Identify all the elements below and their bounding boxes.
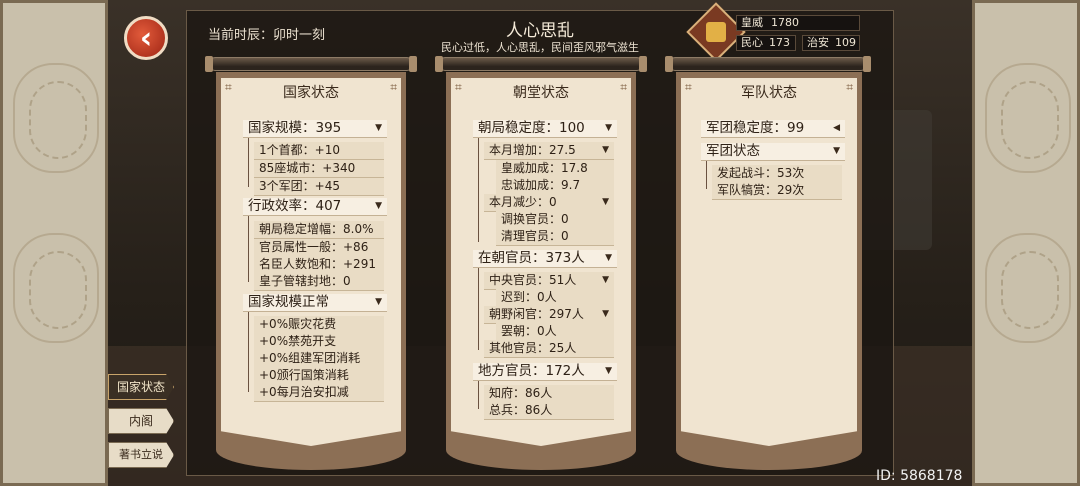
army-status-scroll: ⌗ ⌗ 军队状态 军团稳定度：99 ◀ 军团状态 ▼ 发起战斗：53次 军队犒赏：2… [676, 72, 862, 470]
prestige-stat: 皇威 1780 [736, 15, 860, 31]
list-item: 迟到：0人 [496, 289, 614, 306]
local-officials-dropdown[interactable]: 地方官员：172人 ▼ [473, 363, 617, 380]
court-officials-dropdown[interactable]: 在朝官员：373人 ▼ [473, 250, 617, 267]
list-item: 罢朝：0人 [496, 323, 614, 340]
scroll-rod [205, 56, 417, 72]
scroll-rod [435, 56, 647, 72]
list-item: 调换官员：0 [496, 211, 614, 228]
caret-down-icon: ▼ [375, 201, 382, 211]
current-time: 当前时辰：卯时一刻 [208, 28, 326, 43]
morale-stat: 民心 173 [736, 35, 796, 51]
left-dragon-border [0, 0, 108, 486]
list-item: 官员属性一般：+86 [254, 239, 384, 256]
list-item: 3个军团：+45 [254, 178, 384, 195]
list-item: 清理官员：0 [496, 228, 614, 245]
back-button[interactable]: ‹ [124, 16, 168, 60]
chevron-left-icon: ‹ [139, 20, 153, 56]
caret-down-icon: ▼ [602, 197, 609, 207]
list-item: +0颁行国策消耗 [254, 367, 384, 384]
caret-down-icon: ▼ [602, 309, 609, 319]
page-subtitle: 民心过低，人心思乱，民间歪风邪气滋生 [441, 41, 639, 54]
list-item: +0每月治安扣减 [254, 384, 384, 401]
list-item: 知府：86人 [484, 385, 614, 402]
list-item: 其他官员：25人 [484, 340, 614, 357]
caret-down-icon: ▼ [605, 253, 612, 263]
list-item: 1个首都：+10 [254, 142, 384, 159]
list-item: 总兵：86人 [484, 402, 614, 419]
list-item: 发起战斗：53次 [712, 165, 842, 182]
national-status-scroll: ⌗ ⌗ 国家状态 国家规模：395 ▼ 1个首都：+10 85座城市：+340 3… [216, 72, 406, 470]
dragon-ornament [985, 233, 1071, 343]
list-item: 皇威加成：17.8 [496, 160, 614, 177]
decrease-dropdown[interactable]: 本月减少：0 ▼ [484, 194, 614, 211]
list-item: 皇子管辖封地：0 [254, 273, 384, 290]
list-item: 军队犒赏：29次 [712, 182, 842, 199]
idle-officials-dropdown[interactable]: 朝野闲官：297人 ▼ [484, 306, 614, 323]
user-id: ID: 5868178 [876, 468, 963, 484]
court-stability-dropdown[interactable]: 朝局稳定度：100 ▼ [473, 120, 617, 137]
list-item: 忠诚加成：9.7 [496, 177, 614, 194]
increase-dropdown[interactable]: 本月增加：27.5 ▼ [484, 142, 614, 159]
court-status-scroll: ⌗ ⌗ 朝堂状态 朝局稳定度：100 ▼ 本月增加：27.5 ▼ 皇威加成：17.8… [446, 72, 636, 470]
dragon-ornament [13, 233, 99, 343]
caret-left-icon: ◀ [833, 123, 840, 133]
right-dragon-border [972, 0, 1080, 486]
caret-down-icon: ▼ [605, 123, 612, 133]
scroll-rod [665, 56, 871, 72]
panel-title: 朝堂状态 [513, 85, 569, 101]
list-item: 朝局稳定增幅：8.0% [254, 221, 384, 238]
tab-national-status[interactable]: 国家状态 [108, 374, 174, 400]
caret-down-icon: ▼ [602, 145, 609, 155]
admin-efficiency-dropdown[interactable]: 行政效率：407 ▼ [243, 198, 387, 215]
caret-down-icon: ▼ [602, 275, 609, 285]
list-item: 85座城市：+340 [254, 160, 384, 177]
dragon-ornament [13, 63, 99, 173]
tab-writing[interactable]: 著书立说 [108, 442, 174, 468]
army-stability-dropdown[interactable]: 军团稳定度：99 ◀ [701, 120, 845, 137]
caret-down-icon: ▼ [833, 146, 840, 156]
dragon-ornament [985, 63, 1071, 173]
caret-down-icon: ▼ [375, 123, 382, 133]
army-status-dropdown[interactable]: 军团状态 ▼ [701, 143, 845, 160]
list-item: +0%禁苑开支 [254, 333, 384, 350]
national-normal-dropdown[interactable]: 国家规模正常 ▼ [243, 294, 387, 311]
list-item: +0%组建军团消耗 [254, 350, 384, 367]
caret-down-icon: ▼ [605, 366, 612, 376]
panel-title: 军队状态 [741, 85, 797, 101]
tab-cabinet[interactable]: 内阁 [108, 408, 174, 434]
list-item: +0%赈灾花费 [254, 316, 384, 333]
panel-title: 国家状态 [283, 85, 339, 101]
list-item: 名臣人数饱和：+291 [254, 256, 384, 273]
national-scale-dropdown[interactable]: 国家规模：395 ▼ [243, 120, 387, 137]
page-title: 人心思乱 [506, 21, 574, 41]
order-stat: 治安 109 [802, 35, 860, 51]
caret-down-icon: ▼ [375, 297, 382, 307]
central-officials-dropdown[interactable]: 中央官员：51人 ▼ [484, 272, 614, 289]
